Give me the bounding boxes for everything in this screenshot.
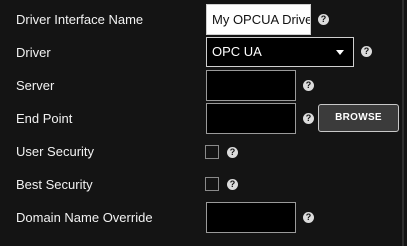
user-security-label: User Security	[16, 144, 95, 159]
driver-settings-panel: Driver Interface Name My OPCUA Driver ? …	[0, 0, 404, 246]
driver-label: Driver	[16, 45, 51, 60]
domain-name-override-input[interactable]	[206, 202, 296, 233]
server-label: Server	[16, 78, 55, 93]
driver-select[interactable]: OPC UA	[206, 37, 354, 67]
help-icon[interactable]: ?	[303, 113, 314, 124]
user-security-checkbox[interactable]	[205, 145, 219, 159]
domain-name-override-label: Domain Name Override	[16, 210, 153, 225]
server-input[interactable]	[206, 70, 296, 101]
driver-select-value: OPC UA	[212, 44, 262, 59]
best-security-checkbox[interactable]	[205, 177, 219, 191]
end-point-input[interactable]	[206, 103, 296, 134]
help-icon[interactable]: ?	[303, 212, 314, 223]
driver-interface-name-input[interactable]: My OPCUA Driver	[206, 4, 311, 35]
best-security-label: Best Security	[16, 177, 93, 192]
help-icon[interactable]: ?	[227, 179, 238, 190]
help-icon[interactable]: ?	[227, 147, 238, 158]
chevron-down-icon	[336, 50, 344, 55]
help-icon[interactable]: ?	[303, 80, 314, 91]
help-icon[interactable]: ?	[361, 46, 372, 57]
end-point-label: End Point	[16, 111, 73, 126]
help-icon[interactable]: ?	[318, 14, 329, 25]
browse-button[interactable]: BROWSE	[318, 104, 399, 132]
driver-interface-name-label: Driver Interface Name	[16, 12, 144, 27]
